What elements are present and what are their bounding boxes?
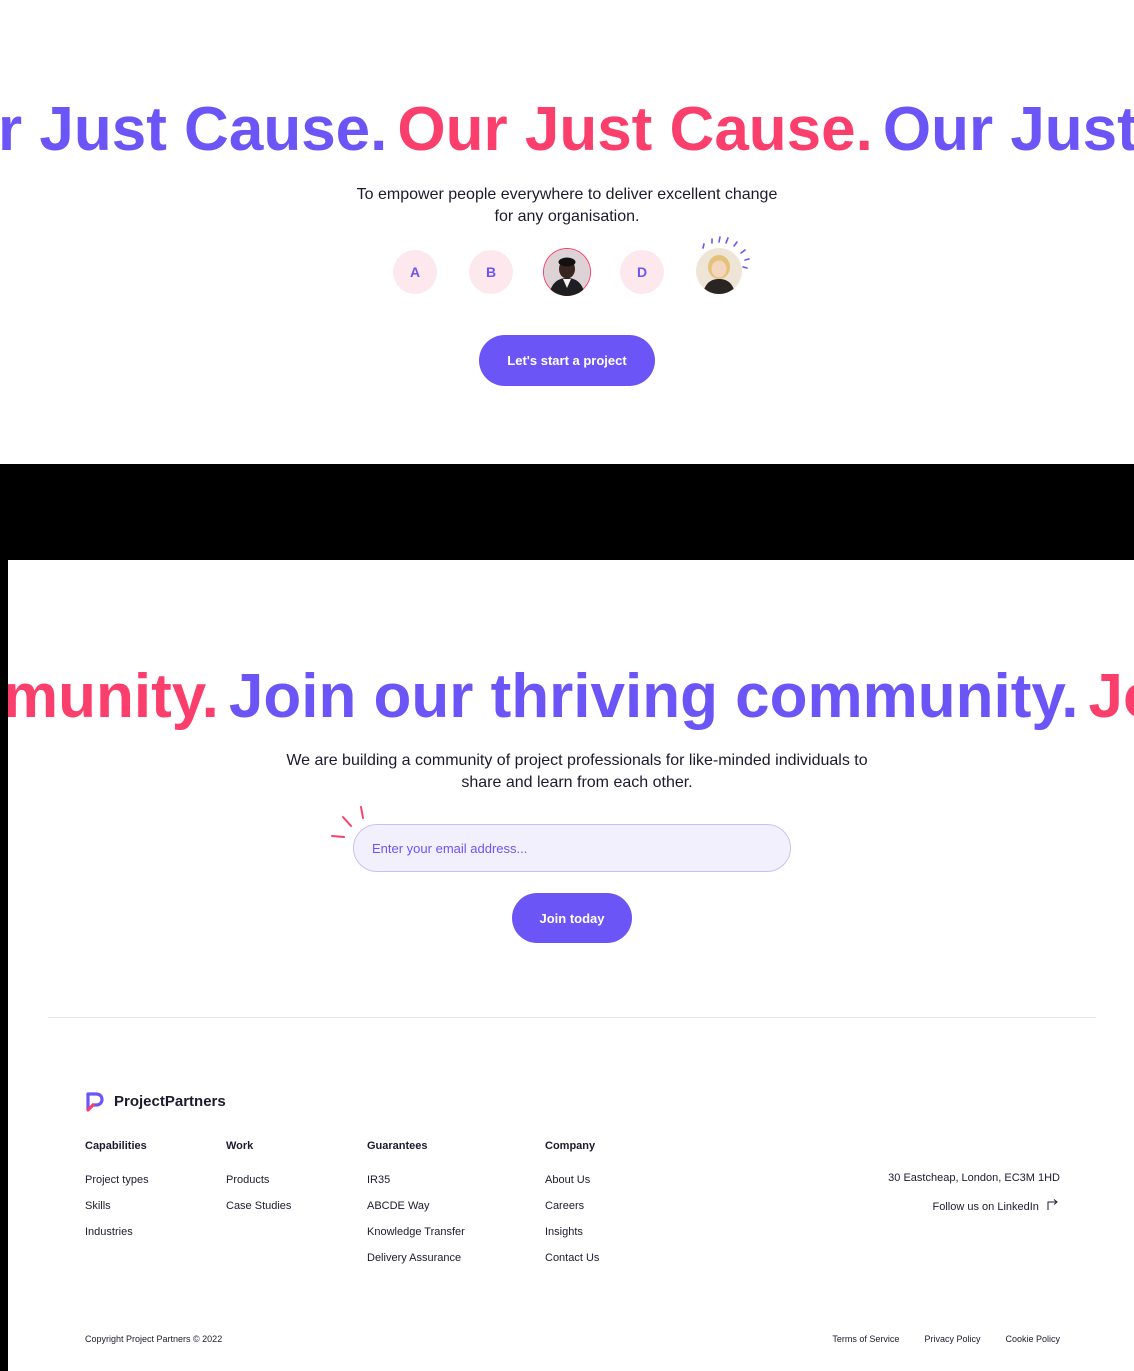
column-title: Work bbox=[226, 1140, 254, 1152]
footer-link[interactable]: Delivery Assurance bbox=[367, 1252, 465, 1265]
footer-link[interactable]: Insights bbox=[545, 1226, 599, 1239]
footer-logo[interactable]: ProjectPartners bbox=[85, 1090, 226, 1112]
marquee-text: Jo bbox=[1088, 662, 1134, 731]
cause-description: To empower people everywhere to deliver … bbox=[356, 186, 778, 225]
footer-link[interactable]: Project types bbox=[85, 1174, 149, 1187]
email-input[interactable] bbox=[353, 824, 791, 872]
start-project-button[interactable]: Let's start a project bbox=[479, 335, 655, 386]
footer-link[interactable]: Case Studies bbox=[226, 1200, 291, 1213]
footer-column-guarantees: Guarantees IR35 ABCDE Way Knowledge Tran… bbox=[367, 1140, 465, 1278]
footer-link[interactable]: Industries bbox=[85, 1226, 149, 1239]
column-title: Guarantees bbox=[367, 1140, 428, 1152]
sparkle-icon bbox=[702, 236, 750, 269]
column-title: Capabilities bbox=[85, 1140, 147, 1152]
avatar: B bbox=[469, 250, 513, 294]
footer-link[interactable]: ABCDE Way bbox=[367, 1200, 465, 1213]
marquee-text: r Just Cause. bbox=[0, 95, 388, 164]
avatar: D bbox=[620, 250, 664, 294]
footer-link[interactable]: Contact Us bbox=[545, 1252, 599, 1265]
avatar-photo bbox=[543, 248, 591, 296]
marquee-text: munity. bbox=[8, 662, 219, 731]
footer-link[interactable]: About Us bbox=[545, 1174, 599, 1187]
terms-link[interactable]: Terms of Service bbox=[832, 1334, 899, 1344]
person-photo-icon bbox=[544, 249, 590, 296]
footer-column-company: Company About Us Careers Insights Contac… bbox=[545, 1140, 599, 1278]
linkedin-link[interactable]: Follow us on LinkedIn bbox=[888, 1199, 1060, 1214]
join-today-button[interactable]: Join today bbox=[512, 893, 632, 943]
address: 30 Eastcheap, London, EC3M 1HD bbox=[888, 1172, 1060, 1184]
privacy-link[interactable]: Privacy Policy bbox=[924, 1334, 980, 1344]
marquee-text: Join our thriving community. bbox=[228, 662, 1079, 731]
footer-link[interactable]: Skills bbox=[85, 1200, 149, 1213]
project-partners-logo-icon bbox=[86, 1092, 104, 1112]
community-description: We are building a community of project p… bbox=[286, 752, 868, 791]
footer-column-work: Work Products Case Studies bbox=[226, 1140, 291, 1226]
footer-link[interactable]: IR35 bbox=[367, 1174, 465, 1187]
column-title: Company bbox=[545, 1140, 596, 1152]
brand-name: ProjectPartners bbox=[114, 1092, 226, 1110]
footer-contact: 30 Eastcheap, London, EC3M 1HD Follow us… bbox=[888, 1172, 1060, 1228]
footer-link[interactable]: Knowledge Transfer bbox=[367, 1226, 465, 1239]
cookie-link[interactable]: Cookie Policy bbox=[1005, 1334, 1060, 1344]
just-cause-section: r Just Cause. Our Just Cause. Our Just To … bbox=[0, 0, 1134, 464]
copyright: Copyright Project Partners © 2022 bbox=[85, 1334, 223, 1344]
community-marquee: munity.Join our thriving community.Jo bbox=[8, 666, 1134, 728]
legal-links: Terms of Service Privacy Policy Cookie P… bbox=[832, 1334, 1060, 1344]
footer-column-capabilities: Capabilities Project types Skills Indust… bbox=[85, 1140, 149, 1252]
external-link-icon bbox=[1047, 1199, 1058, 1210]
community-section: munity.Join our thriving community.Jo We… bbox=[8, 560, 1134, 1371]
just-cause-marquee: r Just Cause. Our Just Cause. Our Just bbox=[0, 99, 1134, 161]
footer-link[interactable]: Products bbox=[226, 1174, 291, 1187]
footer-link[interactable]: Careers bbox=[545, 1200, 599, 1213]
divider bbox=[48, 1017, 1096, 1018]
marquee-text: Our Just Cause. bbox=[397, 95, 873, 164]
avatar: A bbox=[393, 250, 437, 294]
marquee-text: Our Just bbox=[882, 95, 1134, 164]
